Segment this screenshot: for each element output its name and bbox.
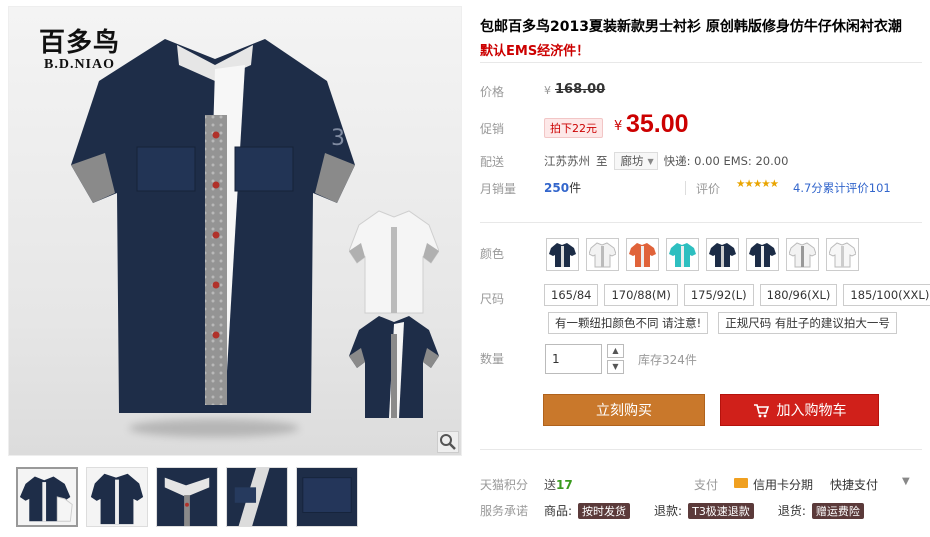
points-prefix: 送 — [544, 478, 557, 492]
points-label: 天猫积分 — [480, 478, 529, 492]
divider — [685, 181, 686, 195]
installment-link[interactable]: 信用卡分期 — [753, 476, 813, 493]
destination-select[interactable]: 廊坊 ▼ — [613, 152, 658, 170]
thumbnail-5[interactable] — [296, 467, 358, 527]
color-swatch[interactable] — [626, 238, 659, 271]
star-rating-icon: ★★★★★ — [736, 178, 779, 190]
size-options: 165/84 170/88(M) 175/92(L) 180/96(XL) 18… — [544, 284, 930, 306]
size-option[interactable]: 175/92(L) — [683, 284, 754, 306]
size-option[interactable]: 170/88(M) — [604, 284, 678, 306]
thumbnail-3[interactable] — [156, 467, 218, 527]
buy-now-button[interactable]: 立刻购买 — [543, 394, 705, 426]
svg-text:3: 3 — [331, 126, 345, 151]
service-tag[interactable]: T3极速退款 — [688, 502, 754, 519]
option-notes: 有一颗纽扣颜色不同 请注意! 正规尺码 有肚子的建议拍大一号 — [548, 312, 897, 334]
option-note[interactable]: 正规尺码 有肚子的建议拍大一号 — [718, 312, 897, 334]
promo-label: 促销 — [480, 122, 505, 136]
thumbnail-strip — [16, 467, 358, 527]
shipping-fees: 快递: 0.00 EMS: 20.00 — [663, 154, 789, 168]
shipping-from: 江苏苏州 — [544, 154, 590, 168]
size-option[interactable]: 180/96(XL) — [759, 284, 838, 306]
divider — [480, 222, 922, 223]
thumbnail-1[interactable] — [16, 467, 78, 527]
points-value: 17 — [556, 478, 573, 492]
divider — [480, 449, 922, 450]
quickpay-link[interactable]: 快捷支付 — [830, 476, 878, 493]
option-note[interactable]: 有一颗纽扣颜色不同 请注意! — [548, 312, 709, 334]
thumbnail-2[interactable] — [86, 467, 148, 527]
color-swatch[interactable] — [586, 238, 619, 271]
color-label: 颜色 — [480, 247, 505, 261]
quantity-decrease-icon[interactable]: ▼ — [607, 360, 624, 374]
shirt-illustration-navy — [349, 316, 439, 418]
size-option[interactable]: 185/100(XXL) — [843, 284, 930, 306]
sales-number: 250 — [544, 181, 570, 195]
quantity-label: 数量 — [480, 352, 505, 366]
price-currency: ¥ — [544, 84, 551, 97]
quantity-increase-icon[interactable]: ▲ — [607, 344, 624, 358]
color-swatch[interactable] — [746, 238, 779, 271]
color-swatch[interactable] — [546, 238, 579, 271]
shipping-label: 配送 — [480, 155, 505, 169]
color-swatch[interactable] — [706, 238, 739, 271]
color-swatch[interactable] — [666, 238, 699, 271]
stock-count: 库存324件 — [638, 353, 697, 367]
service-prefix: 退款: — [654, 504, 683, 518]
color-options — [546, 238, 859, 271]
size-label: 尺码 — [480, 292, 505, 306]
original-price: 168.00 — [555, 82, 606, 97]
credit-card-icon — [734, 478, 748, 488]
color-swatch[interactable] — [826, 238, 859, 271]
destination-value: 廊坊 — [620, 154, 644, 168]
shirt-illustration-white — [349, 210, 439, 314]
size-option[interactable]: 165/84 — [544, 284, 599, 306]
chevron-down-icon[interactable]: ▼ — [902, 476, 910, 487]
sales-unit: 件 — [569, 181, 582, 195]
points-value-row: 送17 — [544, 476, 573, 493]
shipping-row: 江苏苏州 至 廊坊 ▼ 快递: 0.00 EMS: 20.00 — [544, 152, 788, 170]
divider — [480, 62, 922, 63]
promo-price: 35.00 — [626, 110, 689, 138]
floor-shadow — [129, 419, 299, 437]
add-to-cart-button[interactable]: 加入购物车 — [720, 394, 879, 426]
shipping-to-word: 至 — [596, 154, 608, 168]
product-title: 包邮百多鸟2013夏装新款男士衬衫 原创韩版修身仿牛仔休闲衬衣潮 — [480, 19, 902, 35]
color-swatch[interactable] — [786, 238, 819, 271]
main-product-image[interactable]: 百多鸟 B.D.NIAO 3 — [8, 6, 462, 456]
product-subtitle: 默认EMS经济件！ — [480, 44, 590, 59]
zoom-icon[interactable] — [437, 431, 459, 453]
service-prefix: 商品: — [544, 504, 573, 518]
thumbnail-4[interactable] — [226, 467, 288, 527]
price-label: 价格 — [480, 85, 505, 99]
sales-label: 月销量 — [480, 182, 517, 196]
shirt-illustration-main: 3 — [71, 39, 355, 413]
service-promises: 商品: 按时发货 退款: T3极速退款 退货: 赠运费险 — [544, 502, 882, 519]
promo-tag: 拍下22元 — [544, 118, 603, 138]
cart-icon — [753, 403, 769, 417]
chevron-down-icon: ▼ — [647, 156, 654, 166]
review-label: 评价 — [696, 182, 721, 196]
service-tag[interactable]: 按时发货 — [578, 502, 631, 519]
pay-label: 支付 — [694, 478, 719, 492]
service-prefix: 退货: — [777, 504, 806, 518]
service-tag[interactable]: 赠运费险 — [811, 502, 864, 519]
promo-currency: ¥ — [614, 119, 623, 134]
add-to-cart-label: 加入购物车 — [776, 403, 847, 419]
service-label: 服务承诺 — [480, 504, 529, 518]
quantity-input[interactable]: 1 — [545, 344, 602, 374]
sales-count: 250件 — [544, 179, 581, 196]
rating-link[interactable]: 4.7分累计评价101 — [793, 180, 891, 196]
